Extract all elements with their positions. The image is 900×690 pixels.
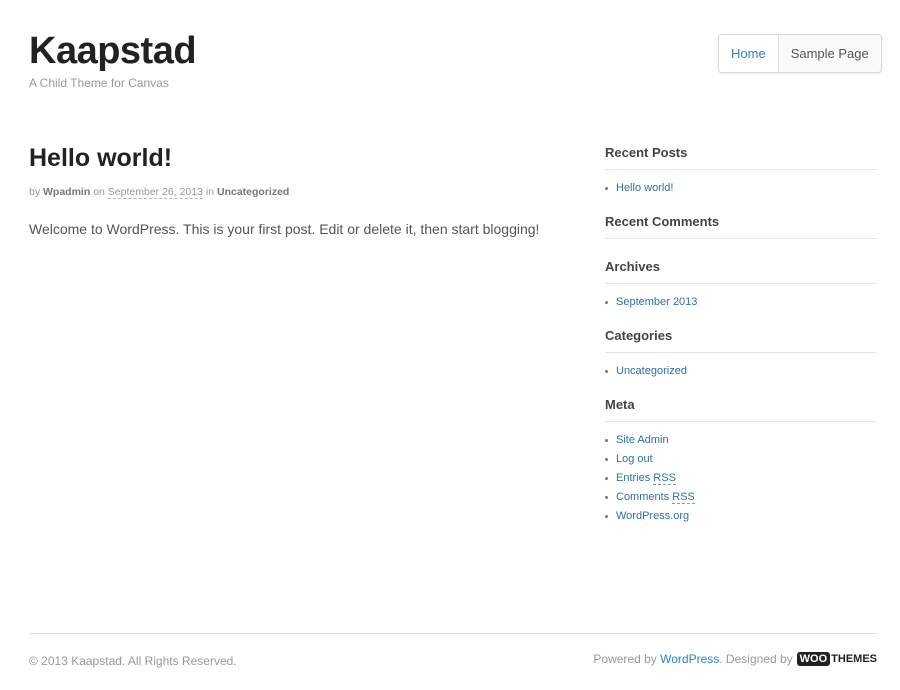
- list-item: Hello world!: [605, 182, 877, 194]
- footer-divider: [29, 633, 877, 634]
- widget-title: Archives: [605, 259, 877, 284]
- list-item: Comments RSS: [605, 491, 877, 504]
- list-item: Log out: [605, 453, 877, 465]
- archive-link[interactable]: September 2013: [616, 296, 697, 308]
- post-meta: by Wpadmin on September 26, 2013 in Unca…: [29, 186, 289, 199]
- sidebar: Recent Posts Hello world! Recent Comment…: [605, 145, 877, 542]
- widget-categories: Categories Uncategorized: [605, 328, 877, 377]
- site-description: A Child Theme for Canvas: [29, 76, 169, 90]
- wordpress-link[interactable]: WordPress: [660, 652, 719, 666]
- category-link[interactable]: Uncategorized: [616, 365, 687, 377]
- widget-meta: Meta Site Admin Log out Entries RSS Comm…: [605, 397, 877, 522]
- entries-rss-link[interactable]: Entries RSS: [616, 472, 676, 485]
- comments-rss-link[interactable]: Comments RSS: [616, 491, 695, 504]
- woo-logo-box: WOO: [796, 652, 831, 666]
- post-body: Welcome to WordPress. This is your first…: [29, 221, 540, 237]
- list-item: Entries RSS: [605, 472, 877, 485]
- widget-title: Recent Posts: [605, 145, 877, 170]
- meta-by-label: by: [29, 186, 41, 198]
- nav-item-sample-page[interactable]: Sample Page: [777, 35, 881, 72]
- entries-label: Entries: [616, 472, 654, 484]
- woothemes-logo[interactable]: WOO THEMES: [796, 652, 877, 666]
- site-title[interactable]: Kaapstad: [29, 30, 197, 73]
- rss-abbr: RSS: [653, 472, 676, 485]
- list-item: Site Admin: [605, 434, 877, 446]
- post-category-link[interactable]: Uncategorized: [217, 186, 289, 198]
- list-item: September 2013: [605, 296, 877, 308]
- recent-post-link[interactable]: Hello world!: [616, 182, 673, 194]
- woo-logo-text: THEMES: [831, 653, 877, 665]
- widget-title: Meta: [605, 397, 877, 422]
- post-date: September 26, 2013: [107, 186, 203, 199]
- footer-copyright: © 2013 Kaapstad. All Rights Reserved.: [29, 654, 237, 668]
- widget-title: Recent Comments: [605, 214, 877, 239]
- widget-recent-comments: Recent Comments: [605, 214, 877, 239]
- rss-abbr: RSS: [672, 491, 695, 504]
- powered-by-label: Powered by: [593, 652, 657, 666]
- list-item: WordPress.org: [605, 510, 877, 522]
- nav-item-home[interactable]: Home: [719, 35, 778, 72]
- widget-recent-posts: Recent Posts Hello world!: [605, 145, 877, 194]
- wordpress-org-link[interactable]: WordPress.org: [616, 510, 689, 522]
- list-item: Uncategorized: [605, 365, 877, 377]
- log-out-link[interactable]: Log out: [616, 453, 653, 465]
- designed-by-label: . Designed by: [719, 652, 793, 666]
- widget-title: Categories: [605, 328, 877, 353]
- footer-credits: Powered by WordPress. Designed by WOO THE…: [593, 652, 877, 666]
- site-admin-link[interactable]: Site Admin: [616, 434, 669, 446]
- widget-archives: Archives September 2013: [605, 259, 877, 308]
- post-author-link[interactable]: Wpadmin: [43, 186, 90, 198]
- comments-label: Comments: [616, 491, 673, 503]
- main-nav: Home Sample Page: [718, 34, 882, 73]
- meta-on-label: on: [93, 186, 105, 198]
- post-title[interactable]: Hello world!: [29, 144, 172, 173]
- meta-in-label: in: [205, 186, 215, 198]
